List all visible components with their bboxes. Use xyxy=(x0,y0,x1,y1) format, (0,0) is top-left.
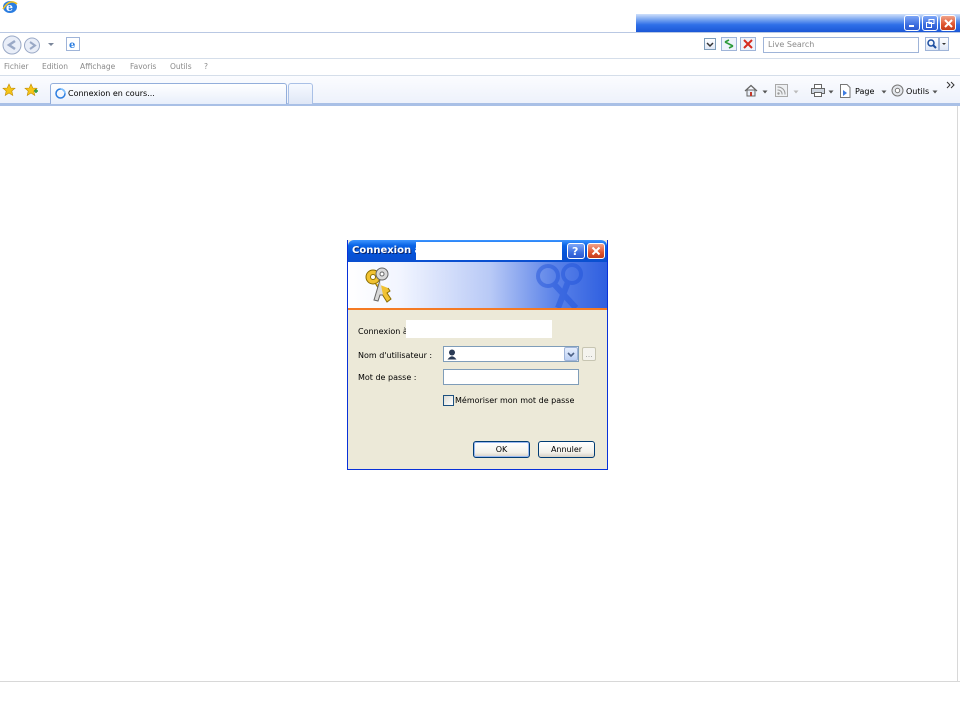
star-icon xyxy=(2,83,16,97)
dialog-close-button[interactable] xyxy=(587,243,605,259)
back-arrow-icon xyxy=(2,35,22,55)
back-button[interactable] xyxy=(1,35,23,55)
history-dropdown[interactable] xyxy=(47,40,55,48)
search-icon xyxy=(927,39,937,49)
favorites-center-button[interactable] xyxy=(2,83,16,97)
stop-button[interactable] xyxy=(740,37,756,51)
chevron-down-icon xyxy=(48,43,54,46)
chevron-down-icon xyxy=(793,90,799,94)
connect-to-label: Connexion à xyxy=(358,327,408,336)
toolbar-overflow-button[interactable] xyxy=(946,81,956,89)
home-dropdown[interactable] xyxy=(762,89,768,95)
question-icon: ? xyxy=(572,245,578,257)
tools-dropdown[interactable] xyxy=(932,89,938,95)
refresh-button[interactable] xyxy=(721,37,737,51)
menu-edition[interactable]: Edition xyxy=(42,62,68,71)
dialog-title-host xyxy=(416,242,562,260)
printer-icon xyxy=(811,84,825,97)
browse-credentials-button[interactable]: ... xyxy=(582,347,596,361)
minimize-icon xyxy=(909,25,914,27)
search-button[interactable] xyxy=(925,37,939,51)
username-combobox[interactable] xyxy=(443,346,579,362)
rss-icon xyxy=(775,84,788,97)
chevron-down-icon xyxy=(567,352,575,358)
page-dropdown[interactable] xyxy=(881,89,887,95)
new-tab-button[interactable] xyxy=(288,83,313,104)
forward-button[interactable] xyxy=(23,37,41,54)
loading-icon xyxy=(55,88,66,99)
svg-text:?: ? xyxy=(572,245,578,257)
address-dropdown-button[interactable] xyxy=(704,38,716,50)
dialog-title: Connexion à xyxy=(352,245,422,256)
print-dropdown[interactable] xyxy=(828,89,834,95)
tools-gear-icon xyxy=(891,84,904,97)
feeds-button[interactable] xyxy=(775,84,788,97)
remember-password-checkbox[interactable] xyxy=(443,395,454,406)
add-favorites-button[interactable] xyxy=(24,83,39,97)
close-window-button[interactable] xyxy=(940,15,956,31)
chevron-double-right-icon xyxy=(946,81,955,89)
chevron-down-icon xyxy=(881,90,887,94)
address-input[interactable] xyxy=(80,37,700,53)
keys-watermark-icon xyxy=(520,262,600,308)
page-menu-button[interactable]: Page xyxy=(855,87,874,96)
menu-affichage[interactable]: Affichage xyxy=(80,62,115,71)
username-dropdown-button[interactable] xyxy=(564,347,578,361)
page-icon: e xyxy=(66,37,80,51)
keys-icon xyxy=(360,266,400,306)
remember-password-label[interactable]: Mémoriser mon mot de passe xyxy=(455,396,574,405)
menu-help[interactable]: ? xyxy=(204,62,208,71)
menu-favoris[interactable]: Favoris xyxy=(130,62,156,71)
home-button[interactable] xyxy=(744,84,758,97)
chevron-down-icon xyxy=(942,43,946,45)
search-input[interactable]: Live Search xyxy=(763,37,919,53)
cancel-button[interactable]: Annuler xyxy=(538,441,595,458)
minimize-button[interactable] xyxy=(904,15,920,31)
menu-outils[interactable]: Outils xyxy=(170,62,192,71)
tools-menu-button[interactable]: Outils xyxy=(906,87,929,96)
ok-button[interactable]: OK xyxy=(473,441,530,458)
svg-text:e: e xyxy=(69,40,75,50)
dialog-help-button[interactable]: ? xyxy=(567,243,585,259)
user-icon xyxy=(447,349,457,360)
close-icon xyxy=(591,246,601,256)
tab-title: Connexion en cours... xyxy=(68,89,155,98)
ie-logo-icon: e xyxy=(2,0,18,14)
search-options-button[interactable] xyxy=(939,37,949,51)
password-label: Mot de passe : xyxy=(358,373,417,382)
status-bar-divider xyxy=(0,681,960,682)
content-scroll-edge xyxy=(957,106,958,681)
stop-icon xyxy=(740,37,756,51)
forward-arrow-icon xyxy=(24,37,40,54)
home-icon xyxy=(744,84,758,97)
chevron-down-icon xyxy=(932,90,938,94)
connect-host-value xyxy=(406,320,552,338)
chevron-down-icon xyxy=(828,90,834,94)
chevron-down-icon xyxy=(706,42,714,48)
password-field[interactable] xyxy=(443,369,579,385)
restore-button[interactable] xyxy=(922,15,938,31)
restore-icon xyxy=(925,18,934,28)
feeds-dropdown[interactable] xyxy=(793,89,799,95)
refresh-icon xyxy=(721,37,737,51)
print-button[interactable] xyxy=(811,84,825,97)
add-star-icon xyxy=(24,83,38,97)
username-label: Nom d'utilisateur : xyxy=(358,351,433,360)
menu-fichier[interactable]: Fichier xyxy=(4,62,29,71)
close-icon xyxy=(943,18,953,28)
chevron-down-icon xyxy=(762,90,768,94)
page-menu-icon xyxy=(838,84,852,98)
